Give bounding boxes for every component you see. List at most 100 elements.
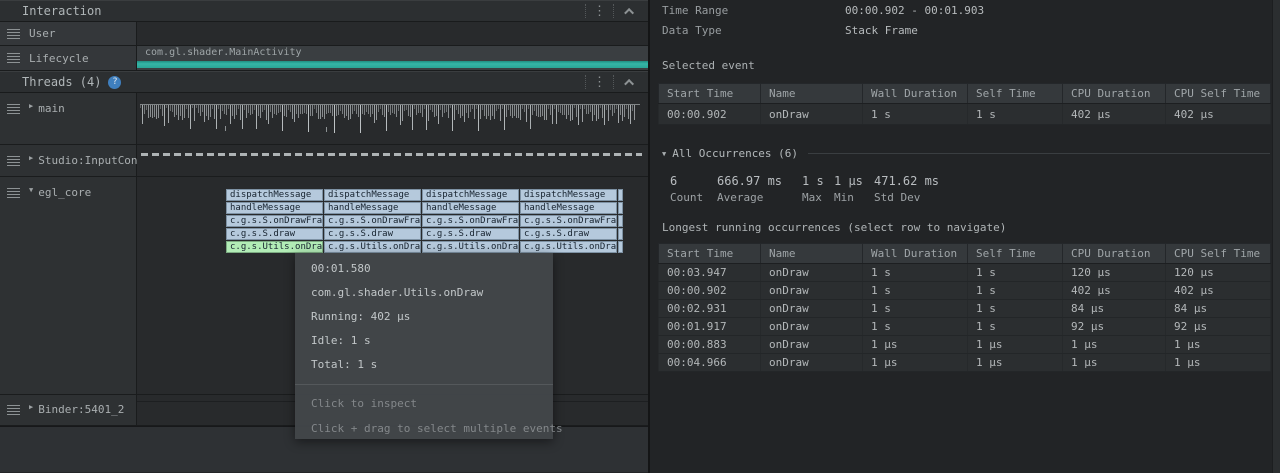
flame-frame-block[interactable]: c.g.s.Utils.onDraw (520, 241, 617, 253)
collapse-thread-icon[interactable]: ▼ (29, 186, 33, 194)
tooltip-running-time: Running: 402 µs (311, 310, 537, 323)
table-cell: 84 µs (1166, 300, 1271, 318)
flame-frame-block[interactable]: c.g.s.S.draw (520, 228, 617, 240)
table-row[interactable]: 00:00.902onDraw1 s1 s402 µs402 µs (659, 104, 1271, 125)
main-thread-label-cell[interactable]: ▶ main (0, 93, 137, 144)
flame-frame-block[interactable] (618, 189, 623, 201)
thread-activity-chart[interactable] (140, 104, 640, 130)
flame-frame-block[interactable] (618, 215, 623, 227)
call-stack-flame-chart[interactable]: dispatchMessagehandleMessagec.g.s.S.onDr… (226, 189, 623, 254)
header-divider (585, 4, 586, 18)
table-cell: 120 µs (1166, 264, 1271, 282)
table-header-row[interactable]: Start TimeNameWall DurationSelf TimeCPU … (659, 244, 1271, 264)
tooltip-timestamp: 00:01.580 (311, 262, 537, 275)
flame-frame-block[interactable]: c.g.s.Utils.onDraw (422, 241, 519, 253)
interaction-section-header[interactable]: Interaction ⋮ (0, 0, 648, 22)
column-header[interactable]: Start Time (659, 244, 761, 264)
table-header-row[interactable]: Start TimeNameWall DurationSelf TimeCPU … (659, 84, 1271, 104)
vertical-scrollbar[interactable] (1272, 0, 1280, 473)
flame-frame-block[interactable]: dispatchMessage (422, 189, 519, 201)
tooltip-hint-drag: Click + drag to select multiple events (311, 422, 537, 435)
user-track-label-cell[interactable]: User (0, 22, 137, 45)
inputcon-thread-track-area[interactable] (137, 145, 648, 176)
more-options-icon[interactable]: ⋮ (593, 76, 606, 89)
flame-frame-block[interactable] (618, 228, 623, 240)
flame-frame-block[interactable]: dispatchMessage (520, 189, 617, 201)
lifecycle-activity-bar[interactable] (137, 61, 648, 68)
expand-thread-icon[interactable]: ▶ (29, 102, 33, 110)
all-occurrences-header[interactable]: ▼ All Occurrences (6) (662, 147, 1270, 160)
table-cell: 402 µs (1063, 104, 1166, 125)
flame-frame-block[interactable]: handleMessage (422, 202, 519, 214)
stat-stddev: 471.62 ms Std Dev (874, 174, 939, 204)
column-header[interactable]: CPU Duration (1063, 244, 1166, 264)
column-header[interactable]: Self Time (968, 84, 1063, 104)
main-thread-track-area[interactable] (137, 93, 648, 144)
flame-frame-block[interactable]: c.g.s.S.draw (422, 228, 519, 240)
table-cell: 00:03.947 (659, 264, 761, 282)
table-cell: 1 s (968, 264, 1063, 282)
flame-frame-block[interactable]: c.g.s.S.draw (324, 228, 421, 240)
table-row[interactable]: 00:04.966onDraw1 µs1 µs1 µs1 µs (659, 354, 1271, 372)
collapse-occurrences-icon[interactable]: ▼ (662, 150, 666, 158)
flame-occurrence-column: dispatchMessagehandleMessagec.g.s.S.onDr… (324, 189, 421, 254)
flame-frame-block[interactable]: c.g.s.S.draw (226, 228, 323, 240)
drag-handle-icon[interactable] (7, 53, 20, 63)
flame-frame-block[interactable]: c.g.s.S.onDrawFrame (226, 215, 323, 227)
flame-occurrence-column: dispatchMessagehandleMessagec.g.s.S.onDr… (226, 189, 323, 254)
more-options-icon[interactable]: ⋮ (593, 5, 606, 18)
drag-handle-icon[interactable] (7, 405, 20, 415)
column-header[interactable]: Self Time (968, 244, 1063, 264)
column-header[interactable]: CPU Self Time (1166, 244, 1271, 264)
threads-section-title: Threads (4) (22, 75, 101, 89)
lifecycle-track-label-cell[interactable]: Lifecycle (0, 46, 137, 70)
column-header[interactable]: CPU Duration (1063, 84, 1166, 104)
flame-frame-block[interactable] (618, 202, 623, 214)
trace-event-tick (225, 126, 226, 131)
table-row[interactable]: 00:00.883onDraw1 µs1 µs1 µs1 µs (659, 336, 1271, 354)
drag-handle-icon[interactable] (7, 156, 20, 166)
table-cell: 1 s (863, 300, 968, 318)
table-row[interactable]: 00:00.902onDraw1 s1 s402 µs402 µs (659, 282, 1271, 300)
flame-frame-block[interactable]: handleMessage (324, 202, 421, 214)
header-rule (808, 153, 1270, 154)
lifecycle-track-area[interactable]: com.gl.shader.MainActivity (137, 46, 648, 70)
expand-thread-icon[interactable]: ▶ (29, 154, 33, 162)
table-cell: 402 µs (1166, 104, 1271, 125)
flame-frame-block[interactable] (618, 241, 623, 253)
threads-section-header[interactable]: Threads (4) ? ⋮ (0, 71, 648, 93)
table-row[interactable]: 00:01.917onDraw1 s1 s92 µs92 µs (659, 318, 1271, 336)
user-track-area[interactable] (137, 22, 648, 45)
flame-frame-block[interactable]: handleMessage (226, 202, 323, 214)
flame-frame-block[interactable]: c.g.s.Utils.onDraw (324, 241, 421, 253)
inputcon-thread-label-cell[interactable]: ▶ Studio:InputCon (0, 145, 137, 176)
lifecycle-track-label: Lifecycle (29, 52, 89, 65)
table-cell: 00:04.966 (659, 354, 761, 372)
egl-thread-label-cell[interactable]: ▼ egl_core (0, 177, 137, 394)
collapse-section-icon[interactable] (624, 7, 634, 17)
flame-frame-block[interactable]: handleMessage (520, 202, 617, 214)
expand-thread-icon[interactable]: ▶ (29, 403, 33, 411)
drag-handle-icon[interactable] (7, 29, 20, 39)
flame-frame-block[interactable]: dispatchMessage (324, 189, 421, 201)
drag-handle-icon[interactable] (7, 104, 20, 114)
binder-thread-label-cell[interactable]: ▶ Binder:5401_2 (0, 395, 137, 425)
table-cell: onDraw (761, 264, 863, 282)
flame-frame-block[interactable]: c.g.s.Utils.onDraw (226, 241, 323, 253)
flame-frame-block[interactable]: c.g.s.S.onDrawFrame (324, 215, 421, 227)
column-header[interactable]: Name (761, 84, 863, 104)
flame-frame-block[interactable]: c.g.s.S.onDrawFrame (520, 215, 617, 227)
flame-frame-block[interactable]: c.g.s.S.onDrawFrame (422, 215, 519, 227)
column-header[interactable]: CPU Self Time (1166, 84, 1271, 104)
help-icon[interactable]: ? (108, 76, 121, 89)
drag-handle-icon[interactable] (7, 188, 20, 198)
flame-frame-block[interactable]: dispatchMessage (226, 189, 323, 201)
column-header[interactable]: Wall Duration (863, 244, 968, 264)
table-row[interactable]: 00:03.947onDraw1 s1 s120 µs120 µs (659, 264, 1271, 282)
column-header[interactable]: Start Time (659, 84, 761, 104)
table-cell: 1 µs (968, 336, 1063, 354)
collapse-section-icon[interactable] (624, 78, 634, 88)
column-header[interactable]: Name (761, 244, 863, 264)
table-row[interactable]: 00:02.931onDraw1 s1 s84 µs84 µs (659, 300, 1271, 318)
column-header[interactable]: Wall Duration (863, 84, 968, 104)
